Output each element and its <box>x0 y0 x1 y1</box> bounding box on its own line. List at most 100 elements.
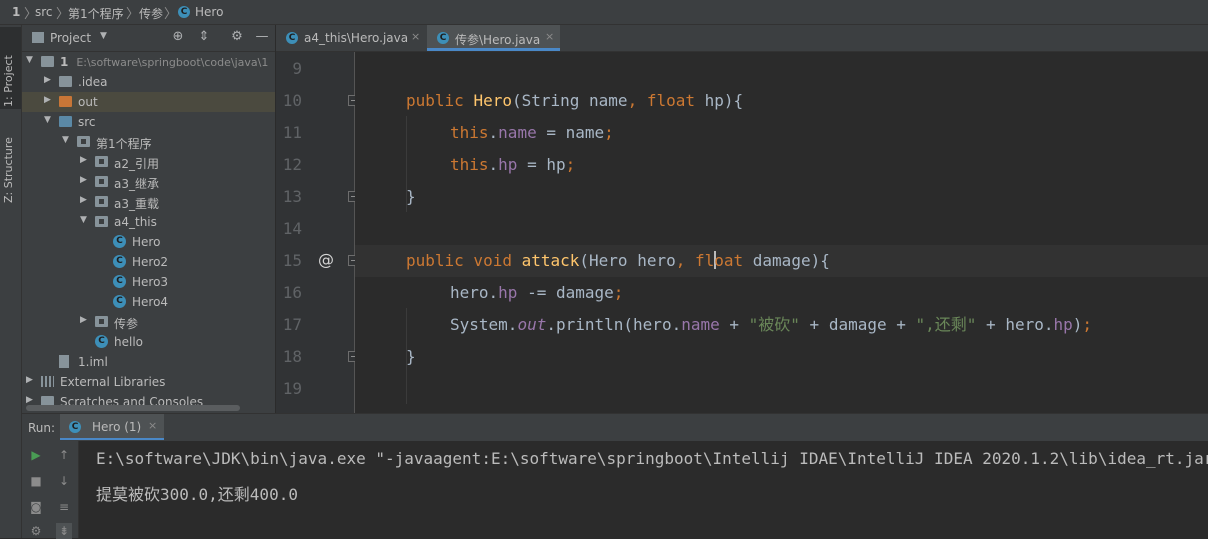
camera-icon[interactable]: ◙ <box>28 499 44 515</box>
close-icon[interactable]: × <box>545 30 554 43</box>
tree-item[interactable]: Chello <box>22 332 275 352</box>
line-number: 10 <box>282 91 302 110</box>
collapsed-arrow-icon[interactable]: ▶ <box>44 95 54 105</box>
line-number: 13 <box>282 187 302 206</box>
tree-item[interactable]: C Hero <box>22 232 275 252</box>
gear-icon[interactable]: ⚙ <box>228 28 246 46</box>
tree-item-label: a3_重载 <box>114 195 159 212</box>
code-token: .println(hero. <box>546 315 682 334</box>
up-arrow-icon[interactable]: ↑ <box>56 447 72 463</box>
code-token: this <box>450 155 489 174</box>
code-line: System.out.println(hero.name + "被砍" + da… <box>355 309 1208 341</box>
collapsed-arrow-icon[interactable]: ▶ <box>26 395 36 405</box>
tree-item[interactable]: ▶ a2_引用 <box>22 152 275 172</box>
collapsed-arrow-icon[interactable]: ▶ <box>80 195 90 205</box>
expanded-arrow-icon[interactable]: ▼ <box>44 115 54 125</box>
override-marker-icon[interactable]: @ <box>318 250 334 269</box>
code-token: out <box>517 315 547 334</box>
tree-item[interactable]: ▼ a4_this <box>22 212 275 232</box>
tool-tab-structure[interactable]: Z: Structure <box>2 117 19 203</box>
horizontal-scrollbar[interactable] <box>26 405 240 411</box>
tree-item[interactable]: C Hero2 <box>22 252 275 272</box>
stop-icon[interactable]: ■ <box>28 473 44 489</box>
tree-item[interactable]: C Hero4 <box>22 292 275 312</box>
down-arrow-icon[interactable]: ↓ <box>56 473 72 489</box>
collapsed-arrow-icon[interactable]: ▶ <box>44 75 54 85</box>
run-console[interactable]: E:\software\JDK\bin\java.exe "-javaagent… <box>79 441 1208 538</box>
editor-gutter: 9 10 11 12 13 14 15 16 17 18 19 @ <box>276 52 359 413</box>
tree-item[interactable]: ▼ 第1个程序 <box>22 132 275 152</box>
tree-item-label: .idea <box>78 75 108 89</box>
package-icon <box>95 196 108 207</box>
tree-item-label: External Libraries <box>60 375 165 389</box>
tree-item-label: a2_引用 <box>114 155 159 172</box>
code-editor[interactable]: public Hero(String name, float hp){this.… <box>355 52 1208 413</box>
collapsed-arrow-icon[interactable]: ▶ <box>80 315 90 325</box>
tree-item-label: 传参 <box>114 315 138 332</box>
code-line: } <box>355 181 1208 213</box>
code-token: } <box>406 187 416 206</box>
tree-item[interactable]: ▼ 1 E:\software\springboot\code\java\1 <box>22 52 275 72</box>
breadcrumb-project[interactable]: 1 <box>12 5 20 19</box>
rerun-icon[interactable]: ▶ <box>28 447 44 463</box>
tool-tab-project[interactable]: 1: Project <box>2 35 19 107</box>
module-path: E:\software\springboot\code\java\1 <box>76 56 269 69</box>
tree-item[interactable]: ▼ src <box>22 112 275 132</box>
tree-item-text: a4_this <box>114 215 157 229</box>
collapsed-arrow-icon[interactable]: ▶ <box>26 375 36 385</box>
line-number: 15 <box>282 251 302 270</box>
code-token: -= damage <box>527 283 614 302</box>
tree-item[interactable]: 1.iml <box>22 352 275 372</box>
code-token: = hp <box>517 155 566 174</box>
breadcrumb-package[interactable]: 第1个程序 <box>68 5 124 22</box>
tab-chuancan-hero[interactable]: C 传参\Hero.java × <box>427 25 560 51</box>
tree-item-label: Hero4 <box>132 295 168 309</box>
tab-label: a4_this\Hero.java <box>304 31 409 45</box>
breadcrumb-src[interactable]: src <box>35 5 53 19</box>
collapse-all-icon[interactable]: ⇕ <box>195 28 213 46</box>
tree-item[interactable]: ▶ External Libraries <box>22 372 275 392</box>
tree-item[interactable]: ▶ out <box>22 92 275 112</box>
project-panel-header: Project ▼ ⊕ ⇕ ⚙ — <box>22 25 275 52</box>
expanded-arrow-icon[interactable]: ▼ <box>80 215 90 225</box>
line-number: 9 <box>292 59 302 78</box>
tree-item-label: Hero3 <box>132 275 168 289</box>
minimize-icon[interactable]: — <box>253 28 271 46</box>
tree-item[interactable]: ▶ a3_重载 <box>22 192 275 212</box>
tree-item-text: a2_引用 <box>114 157 159 171</box>
tree-item[interactable]: ▶ a3_继承 <box>22 172 275 192</box>
class-icon: C <box>113 295 126 308</box>
close-icon[interactable]: × <box>148 419 157 432</box>
class-icon: C <box>69 421 81 433</box>
breadcrumb-subpackage[interactable]: 传参 <box>139 5 163 22</box>
collapsed-arrow-icon[interactable]: ▶ <box>80 155 90 165</box>
tree-item-text: hello <box>114 335 143 349</box>
settings-icon[interactable]: ⚙ <box>28 523 44 539</box>
code-token: + <box>729 315 749 334</box>
code-token: hp <box>498 155 518 174</box>
folder-icon <box>59 76 72 87</box>
code-token: oat <box>714 251 753 270</box>
tree-item[interactable]: C Hero3 <box>22 272 275 292</box>
scroll-to-end-icon[interactable]: ⇟ <box>56 523 72 539</box>
project-view-selector[interactable]: Project <box>50 31 91 45</box>
library-icon <box>41 376 54 387</box>
expanded-arrow-icon[interactable]: ▼ <box>26 55 36 65</box>
breadcrumb-class[interactable]: Hero <box>195 5 223 19</box>
tree-item[interactable]: ▶ .idea <box>22 72 275 92</box>
soft-wrap-icon[interactable]: ≡ <box>56 499 72 515</box>
dropdown-arrow-icon[interactable]: ▼ <box>100 31 107 41</box>
code-token: } <box>406 347 416 366</box>
tab-a4-this-hero[interactable]: C a4_this\Hero.java × <box>276 25 426 51</box>
close-icon[interactable]: × <box>411 30 420 43</box>
locate-icon[interactable]: ⊕ <box>169 28 187 46</box>
collapsed-arrow-icon[interactable]: ▶ <box>80 175 90 185</box>
run-tab-hero[interactable]: C Hero (1) × <box>60 414 164 440</box>
line-number: 19 <box>282 379 302 398</box>
tree-item[interactable]: ▶ 传参 <box>22 312 275 332</box>
tree-item-text: Hero4 <box>132 295 169 309</box>
source-folder-icon <box>59 116 72 127</box>
package-icon <box>95 176 108 187</box>
tree-item-label: hello <box>114 335 143 349</box>
expanded-arrow-icon[interactable]: ▼ <box>62 135 72 145</box>
